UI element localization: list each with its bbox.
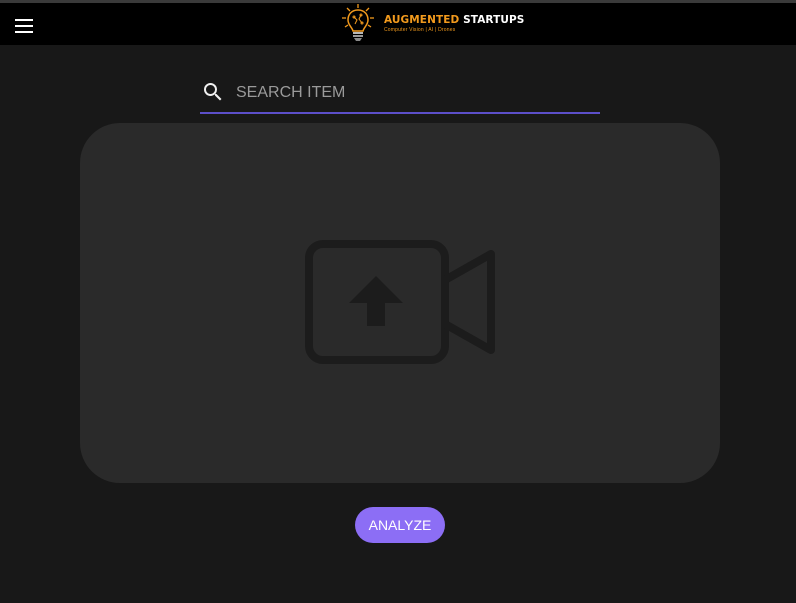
brand-title: AUGMENTED STARTUPS	[384, 15, 524, 26]
brand-tagline: Computer Vision | AI | Drones	[384, 26, 456, 33]
brand-logo[interactable]: AUGMENTED STARTUPS Computer Vision | AI …	[338, 3, 524, 45]
search-bar	[200, 74, 600, 114]
brand-logo-text: AUGMENTED STARTUPS Computer Vision | AI …	[384, 15, 524, 33]
lightbulb-brain-icon	[342, 4, 374, 41]
search-input[interactable]	[236, 82, 586, 104]
brand-title-part1: AUGMENTED	[384, 14, 460, 27]
app-bar: AUGMENTED STARTUPS Computer Vision | AI …	[0, 3, 796, 45]
video-upload-icon	[305, 240, 495, 364]
brand-title-part2: STARTUPS	[463, 14, 525, 27]
hamburger-menu-icon	[15, 19, 33, 33]
video-upload-dropzone[interactable]	[80, 123, 720, 483]
menu-button[interactable]	[8, 10, 40, 42]
analyze-button[interactable]: ANALYZE	[355, 507, 445, 543]
search-icon[interactable]	[201, 80, 225, 104]
